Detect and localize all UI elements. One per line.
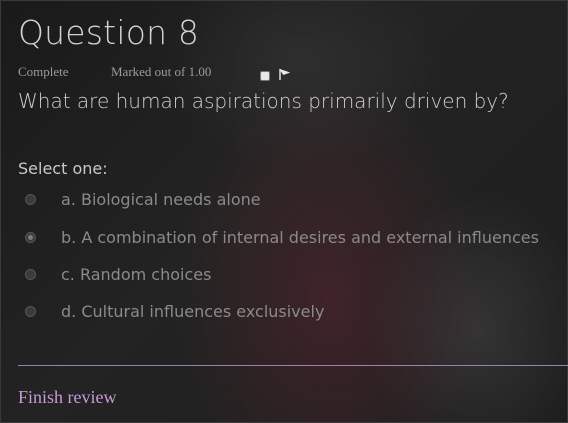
answer-option-a[interactable]: a. Biological needs alone — [25, 186, 565, 216]
answer-option-d[interactable]: d. Cultural influences exclusively — [25, 298, 565, 328]
radio-button[interactable] — [25, 232, 36, 243]
flag-question-checkbox[interactable] — [260, 71, 270, 81]
answer-option-label: c. Random choices — [61, 265, 212, 284]
flag-icon[interactable] — [278, 68, 291, 81]
question-title: Question 8 — [18, 13, 200, 52]
select-one-prompt: Select one: — [18, 159, 108, 178]
answer-option-b[interactable]: b. A combination of internal desires and… — [25, 224, 565, 254]
finish-review-link[interactable]: Finish review — [18, 387, 117, 408]
answer-option-c[interactable]: c. Random choices — [25, 261, 565, 291]
question-status: Complete — [18, 64, 69, 79]
question-grade: Marked out of 1.00 — [111, 64, 212, 79]
radio-button[interactable] — [25, 194, 36, 205]
question-text: What are human aspirations primarily dri… — [18, 89, 509, 113]
radio-button[interactable] — [25, 269, 36, 280]
answer-option-label: b. A combination of internal desires and… — [61, 228, 539, 247]
answer-option-label: d. Cultural influences exclusively — [61, 302, 325, 321]
divider — [18, 365, 568, 366]
answer-option-label: a. Biological needs alone — [61, 190, 261, 209]
radio-button[interactable] — [25, 306, 36, 317]
